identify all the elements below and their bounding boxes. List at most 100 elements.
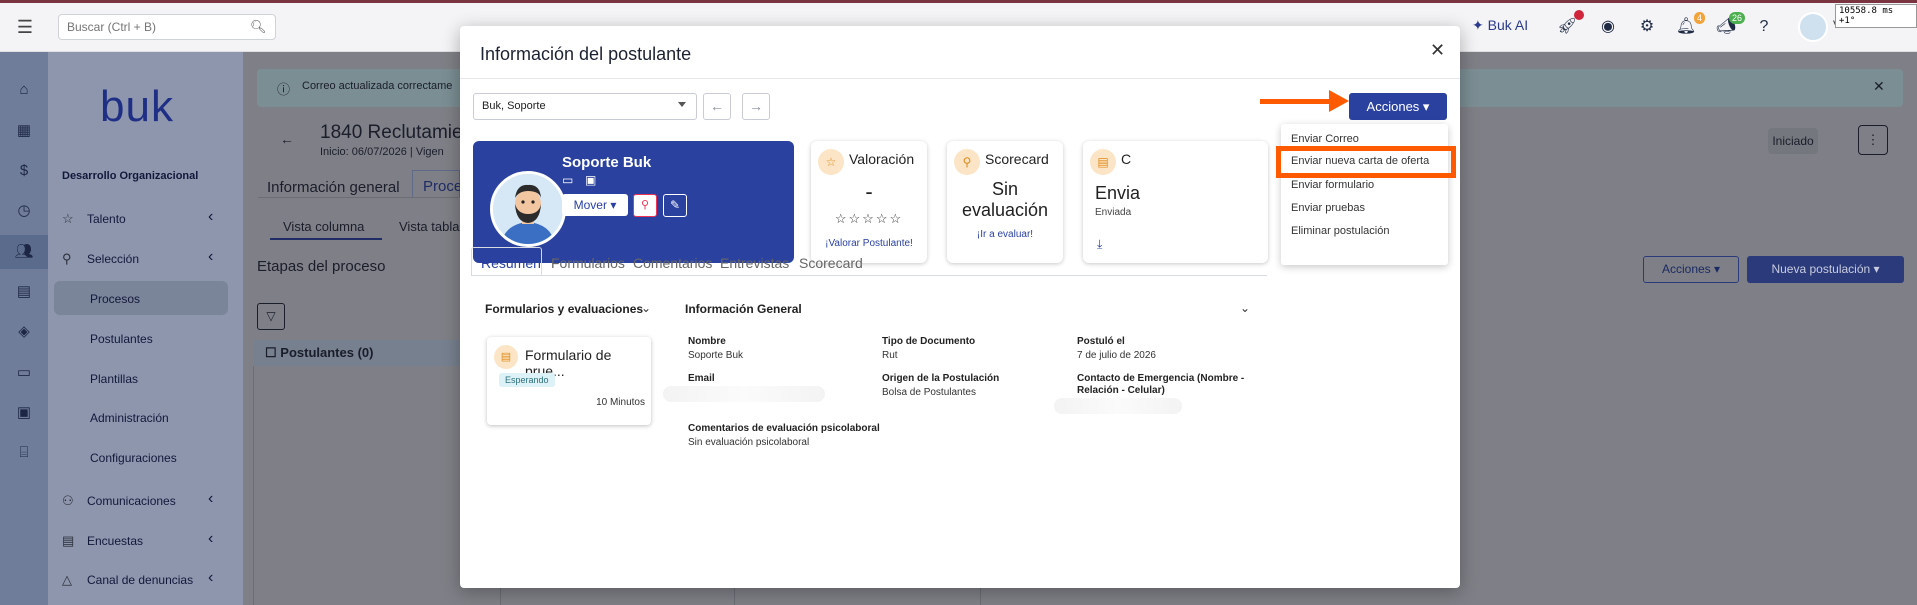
close-icon[interactable]: ✕ (1873, 78, 1885, 95)
tab-procesos[interactable]: Proce (412, 170, 462, 198)
form-duration: 10 Minutos (596, 397, 645, 408)
checkbox-icon[interactable]: ☐ (265, 345, 277, 360)
bank-icon[interactable]: ⌸ (14, 443, 34, 463)
forms-section-title[interactable]: Formularios y evaluaciones (485, 302, 643, 316)
timer-overlay: 10558.8 ms +1° (1835, 4, 1917, 28)
star-icon: ☆ (62, 211, 74, 226)
acciones-button[interactable]: Acciones ▾ (1349, 93, 1447, 120)
sidebar-item-plantillas[interactable]: Plantillas (90, 372, 138, 386)
status-badge: Esperando (499, 373, 555, 387)
search-input[interactable] (58, 14, 276, 40)
process-dates: Inicio: 06/07/2026 | Vigen (320, 146, 444, 158)
annotation-arrow (1260, 99, 1332, 104)
applicant-modal: Información del postulante ✕ Buk, Soport… (460, 26, 1460, 588)
eye-icon[interactable]: ◉ (1597, 16, 1619, 38)
back-arrow-icon[interactable]: ← (280, 131, 294, 147)
folder-icon[interactable]: ▭ (562, 173, 573, 187)
filter-icon[interactable]: ▽ (257, 303, 285, 330)
next-arrow-icon[interactable]: → (742, 93, 770, 120)
nueva-postulacion-button[interactable]: Nueva postulación ▾ (1747, 256, 1904, 283)
valorar-link[interactable]: ¡Valorar Postulante! (811, 238, 927, 249)
tab-comentarios[interactable]: Comentarios (633, 255, 712, 271)
id-card-icon[interactable]: ▣ (585, 173, 596, 187)
highlight-box (1276, 146, 1456, 178)
chevron-left-icon[interactable]: ‹ (208, 569, 213, 587)
applicant-select[interactable]: Buk, Soporte (473, 93, 697, 120)
view-table-tab[interactable]: Vista tabla (399, 219, 459, 234)
tab-scorecard[interactable]: Scorecard (799, 255, 863, 271)
chevron-left-icon[interactable]: ‹ (208, 208, 213, 226)
sidebar-item-procesos[interactable]: Procesos (90, 292, 140, 306)
dollar-icon[interactable]: $ (14, 161, 34, 181)
sidebar-item-administracion[interactable]: Administración (90, 411, 169, 425)
menu-item-enviar-pruebas[interactable]: Enviar pruebas (1291, 202, 1365, 214)
close-icon[interactable]: ✕ (1430, 40, 1445, 61)
download-icon[interactable]: ⤓ (1097, 237, 1102, 252)
gear-icon[interactable]: ⚙ (1636, 16, 1658, 38)
search-icon[interactable]: 🔍︎ (250, 19, 267, 35)
tab-resumen[interactable]: Resumen (481, 255, 541, 271)
column-border (500, 588, 501, 605)
tab-formularios[interactable]: Formularios (551, 255, 625, 271)
briefcase-icon[interactable]: ▤ (14, 282, 34, 302)
sidebar-item-postulantes[interactable]: Postulantes (90, 332, 153, 346)
graduation-icon[interactable]: ◈ (14, 322, 34, 342)
announcement-icon[interactable]: 📣︎ 26 (1715, 12, 1745, 38)
stages-title: Etapas del proceso (257, 258, 386, 275)
bell-icon[interactable]: 🔔︎ 4 (1675, 12, 1705, 38)
avatar[interactable] (1798, 12, 1828, 42)
chevron-down-icon[interactable]: ⌄ (1240, 301, 1250, 315)
nombre-value: Soporte Buk (688, 350, 744, 361)
sidebar-active-highlight (54, 281, 228, 315)
offer-card-title: C (1121, 151, 1132, 167)
evaluar-link[interactable]: ¡Ir a evaluar! (947, 229, 1063, 240)
form-card[interactable]: ▤ Formulario de prue... Esperando 10 Min… (487, 337, 651, 425)
edit-icon[interactable]: ✎ (663, 194, 687, 217)
remove-user-icon[interactable]: ⚲ (633, 194, 657, 217)
rocket-icon[interactable]: 🚀︎ (1556, 10, 1584, 38)
home-icon[interactable]: ⌂ (14, 80, 34, 100)
nueva-postulacion-label: Nueva postulación (1771, 262, 1871, 276)
chevron-left-icon[interactable]: ‹ (208, 248, 213, 266)
inbox-icon[interactable]: ▣ (14, 403, 34, 423)
chevron-left-icon[interactable]: ‹ (208, 490, 213, 508)
status-badge: Iniciado (1768, 128, 1818, 154)
rating-stars[interactable]: ☆☆☆☆☆ (811, 211, 927, 227)
sidebar-item-seleccion[interactable]: Selección (87, 252, 139, 266)
more-options-button[interactable]: ⋮ (1858, 125, 1888, 155)
origen-value: Bolsa de Postulantes (882, 387, 976, 398)
column-border (734, 588, 735, 605)
tab-general[interactable]: Información general (267, 179, 400, 196)
buk-logo[interactable]: buk (100, 82, 174, 132)
star-icon: ☆ (818, 149, 844, 175)
menu-icon[interactable]: ☰ (14, 16, 36, 38)
mover-button[interactable]: Mover ▾ (562, 194, 628, 216)
sidebar-item-talento[interactable]: Talento (87, 212, 126, 226)
menu-item-enviar-correo[interactable]: Enviar Correo (1291, 133, 1359, 145)
menu-item-enviar-formulario[interactable]: Enviar formulario (1291, 179, 1374, 191)
prev-arrow-icon[interactable]: ← (703, 93, 731, 120)
mover-label: Mover (573, 198, 607, 212)
info-section-title[interactable]: Información General (685, 302, 802, 316)
clipboard-icon[interactable]: ▦ (14, 121, 34, 141)
clock-icon[interactable]: ◷ (14, 201, 34, 221)
postulantes-column-label: ☐ Postulantes (0) (265, 345, 373, 361)
sidebar-item-comunicaciones[interactable]: Comunicaciones (87, 494, 176, 508)
menu-item-eliminar-postulacion[interactable]: Eliminar postulación (1291, 225, 1389, 237)
chevron-down-icon[interactable]: ⌄ (641, 301, 651, 315)
chevron-left-icon[interactable]: ‹ (208, 530, 213, 548)
sidebar-item-canal-denuncias[interactable]: Canal de denuncias (87, 573, 193, 587)
folder-icon[interactable]: ▭ (14, 363, 34, 383)
background-acciones-button[interactable]: Acciones ▾ (1643, 256, 1739, 283)
buk-ai-button[interactable]: ✦ Buk AI (1472, 17, 1528, 34)
sidebar-item-encuestas[interactable]: Encuestas (87, 534, 143, 548)
chevron-down-icon (678, 102, 686, 107)
view-column-tab[interactable]: Vista columna (283, 219, 364, 234)
tab-entrevistas[interactable]: Entrevistas (720, 255, 789, 271)
help-icon[interactable]: ? (1753, 16, 1775, 38)
people-icon[interactable]: 👥︎ (14, 242, 34, 262)
offer-card: ▤ C Envia Enviada ⤓ (1083, 141, 1268, 263)
sidebar-item-configuraciones[interactable]: Configuraciones (90, 451, 177, 465)
scorecard-value-line2: evaluación (961, 200, 1049, 220)
man-avatar-icon (493, 174, 563, 244)
